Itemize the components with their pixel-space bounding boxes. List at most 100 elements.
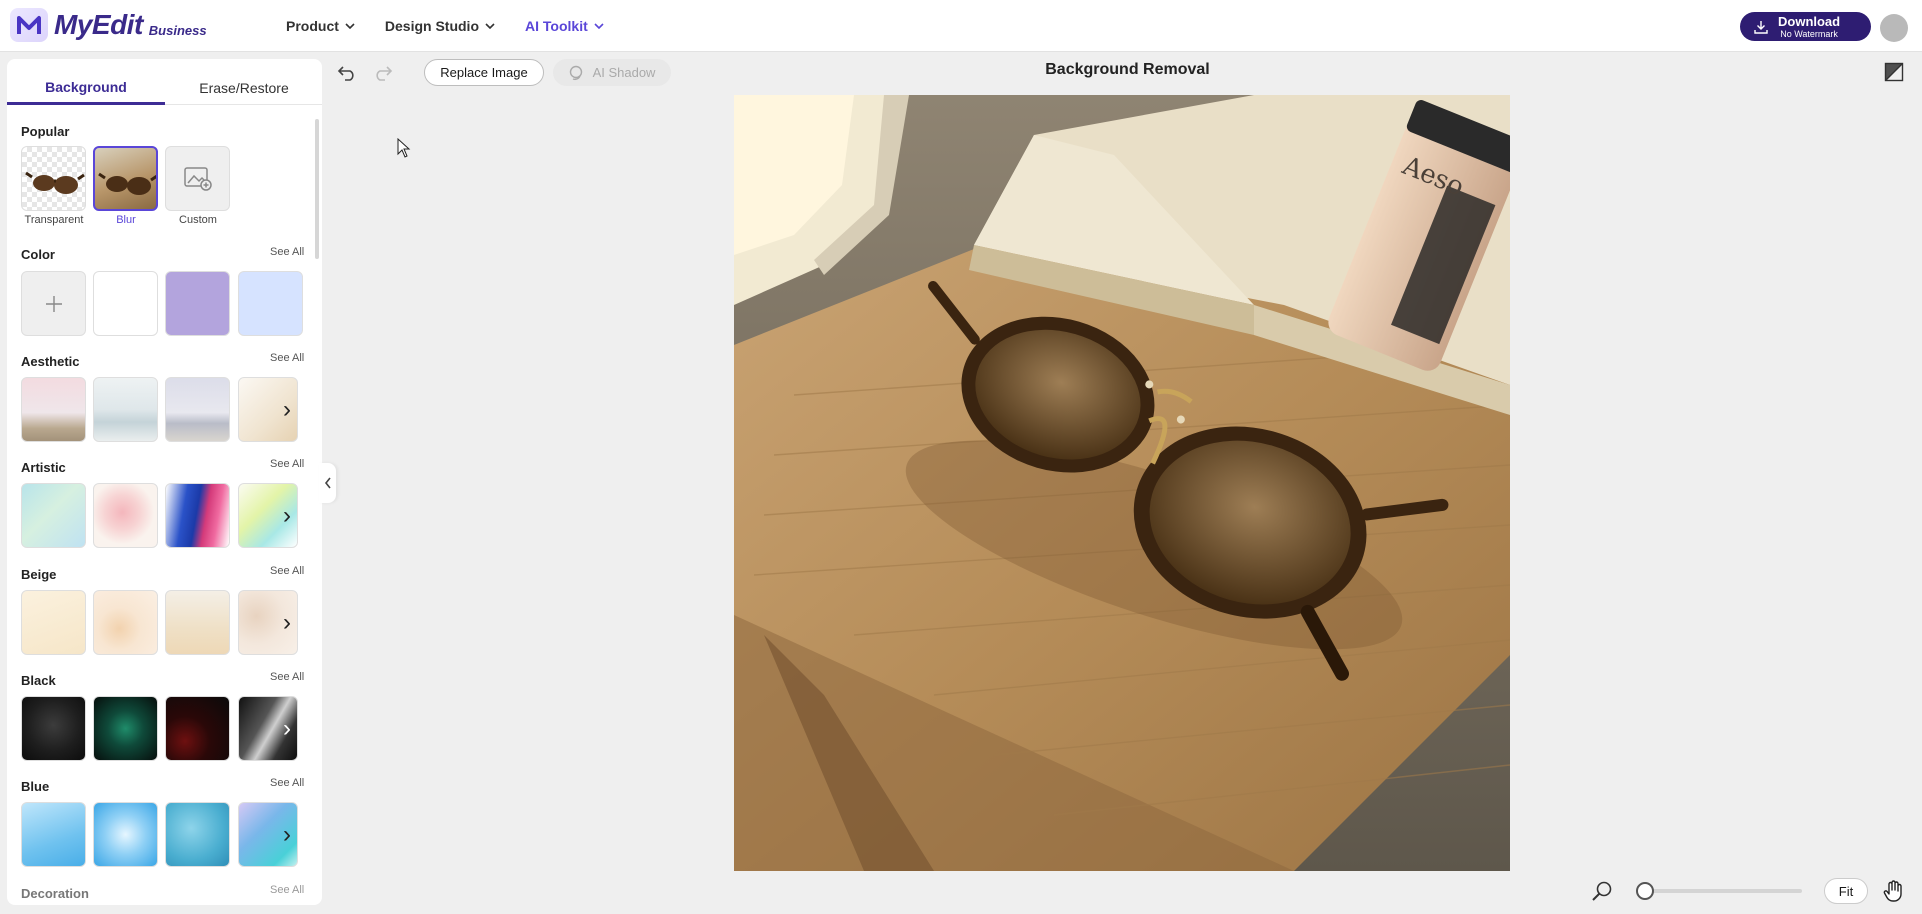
black-thumb[interactable] bbox=[165, 696, 230, 761]
chevron-right-icon[interactable]: › bbox=[283, 396, 291, 424]
popular-blur-label: Blur bbox=[116, 214, 136, 226]
sunglasses-icon bbox=[25, 171, 85, 194]
compare-button[interactable] bbox=[1884, 62, 1906, 84]
beige-thumb[interactable]: › bbox=[238, 590, 298, 655]
chevron-down-icon bbox=[345, 23, 355, 29]
chevron-down-icon bbox=[594, 23, 604, 29]
see-all-decoration[interactable]: See All bbox=[270, 884, 304, 896]
blue-thumb[interactable]: › bbox=[238, 802, 298, 867]
sunglasses-photo: Aeso bbox=[734, 95, 1510, 871]
sunglasses-icon bbox=[98, 172, 156, 195]
color-swatch-light-blue[interactable] bbox=[238, 271, 303, 336]
black-thumb[interactable] bbox=[93, 696, 158, 761]
chevron-right-icon[interactable]: › bbox=[283, 821, 291, 849]
section-title-color: Color bbox=[21, 247, 55, 262]
aesthetic-thumb[interactable] bbox=[93, 377, 158, 442]
see-all-aesthetic[interactable]: See All bbox=[270, 352, 304, 364]
blue-thumb[interactable] bbox=[165, 802, 230, 867]
hand-icon bbox=[1883, 880, 1902, 902]
chevron-right-icon[interactable]: › bbox=[283, 502, 291, 530]
pan-tool-button[interactable] bbox=[1882, 879, 1906, 903]
popular-blur-thumb[interactable] bbox=[93, 146, 158, 211]
tab-background[interactable]: Background bbox=[7, 59, 165, 105]
main-nav: Product Design Studio AI Toolkit bbox=[286, 0, 604, 52]
beige-thumb[interactable] bbox=[21, 590, 86, 655]
see-all-blue[interactable]: See All bbox=[270, 777, 304, 789]
redo-icon bbox=[376, 66, 393, 81]
brand-name: MyEdit bbox=[54, 9, 143, 40]
see-all-beige[interactable]: See All bbox=[270, 565, 304, 577]
color-swatch-white[interactable] bbox=[93, 271, 158, 336]
replace-image-button[interactable]: Replace Image bbox=[424, 59, 544, 86]
aesthetic-thumb[interactable]: › bbox=[238, 377, 298, 442]
undo-icon bbox=[337, 66, 354, 81]
tab-erase-restore[interactable]: Erase/Restore bbox=[165, 59, 322, 105]
image-canvas[interactable]: Aeso bbox=[734, 95, 1510, 871]
magnifier-icon bbox=[1592, 881, 1612, 901]
download-icon bbox=[1754, 20, 1768, 34]
undo-button[interactable] bbox=[336, 62, 358, 84]
blue-thumb[interactable] bbox=[21, 802, 86, 867]
section-title-popular: Popular bbox=[21, 124, 70, 139]
nav-product-label: Product bbox=[286, 18, 339, 34]
artistic-thumb[interactable] bbox=[93, 483, 158, 548]
black-thumb[interactable] bbox=[21, 696, 86, 761]
artistic-thumb[interactable]: › bbox=[238, 483, 298, 548]
background-panel: Background Erase/Restore Popular Transpa… bbox=[7, 59, 322, 905]
section-title-blue: Blue bbox=[21, 779, 50, 794]
plus-icon bbox=[45, 295, 62, 312]
section-title-artistic: Artistic bbox=[21, 460, 66, 475]
zoom-button[interactable] bbox=[1591, 880, 1613, 902]
ai-shadow-label: AI Shadow bbox=[592, 65, 656, 80]
blue-thumb[interactable] bbox=[93, 802, 158, 867]
nav-ai-toolkit[interactable]: AI Toolkit bbox=[525, 18, 604, 34]
download-button[interactable]: Download No Watermark bbox=[1740, 12, 1871, 41]
popular-transparent-label: Transparent bbox=[24, 214, 84, 226]
artistic-thumb[interactable] bbox=[165, 483, 230, 548]
chevron-down-icon bbox=[485, 23, 495, 29]
shadow-icon bbox=[569, 65, 582, 80]
nav-design-studio[interactable]: Design Studio bbox=[385, 18, 495, 34]
see-all-black[interactable]: See All bbox=[270, 671, 304, 683]
nav-product[interactable]: Product bbox=[286, 18, 355, 34]
collapse-panel-button[interactable] bbox=[319, 463, 336, 503]
add-image-icon bbox=[183, 166, 212, 191]
chevron-left-icon bbox=[324, 477, 331, 489]
zoom-slider-track[interactable] bbox=[1650, 889, 1802, 893]
page-title: Background Removal bbox=[1045, 61, 1210, 78]
download-text: Download No Watermark bbox=[1778, 15, 1840, 39]
black-thumb[interactable]: › bbox=[238, 696, 298, 761]
panel-scrollbar[interactable] bbox=[315, 119, 319, 259]
beige-thumb[interactable] bbox=[165, 590, 230, 655]
redo-button[interactable] bbox=[372, 62, 394, 84]
nav-design-studio-label: Design Studio bbox=[384, 18, 480, 34]
fit-button[interactable]: Fit bbox=[1824, 878, 1868, 904]
color-swatch-lavender[interactable] bbox=[165, 271, 230, 336]
add-color-button[interactable] bbox=[21, 271, 86, 336]
popular-custom-thumb[interactable] bbox=[165, 146, 230, 211]
section-title-decoration: Decoration bbox=[21, 886, 89, 901]
logo-mark-icon bbox=[10, 8, 48, 42]
mouse-cursor-icon bbox=[397, 137, 411, 158]
download-sublabel: No Watermark bbox=[1780, 28, 1838, 39]
zoom-slider-handle[interactable] bbox=[1636, 882, 1654, 900]
aesthetic-thumb[interactable] bbox=[165, 377, 230, 442]
chevron-right-icon[interactable]: › bbox=[283, 715, 291, 743]
download-label: Download bbox=[1778, 13, 1841, 29]
aesthetic-thumb[interactable] bbox=[21, 377, 86, 442]
section-title-aesthetic: Aesthetic bbox=[21, 354, 80, 369]
see-all-color[interactable]: See All bbox=[270, 246, 304, 258]
brand-logo[interactable]: MyEdit Business bbox=[10, 8, 207, 42]
brand-subtitle: Business bbox=[148, 22, 207, 38]
popular-transparent-thumb[interactable] bbox=[21, 146, 86, 211]
app-header: MyEdit Business Product Design Studio AI… bbox=[0, 0, 1922, 52]
beige-thumb[interactable] bbox=[93, 590, 158, 655]
avatar[interactable] bbox=[1880, 14, 1908, 42]
chevron-right-icon[interactable]: › bbox=[283, 609, 291, 637]
ai-shadow-button[interactable]: AI Shadow bbox=[553, 59, 671, 86]
see-all-artistic[interactable]: See All bbox=[270, 458, 304, 470]
nav-ai-toolkit-label: AI Toolkit bbox=[525, 18, 588, 34]
artistic-thumb[interactable] bbox=[21, 483, 86, 548]
panel-tabs: Background Erase/Restore bbox=[7, 59, 322, 105]
section-title-beige: Beige bbox=[21, 567, 57, 582]
